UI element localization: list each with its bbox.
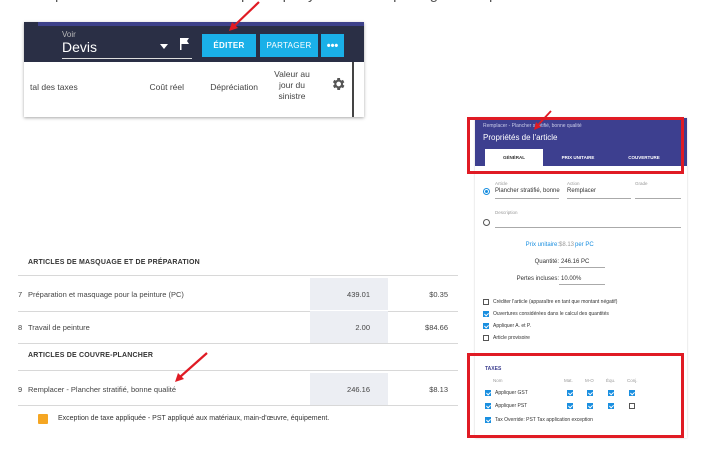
waste-label: Pertes incluses: <box>516 276 559 282</box>
column-header-value-line1[interactable]: Valeur au <box>270 69 314 79</box>
row-divider <box>18 405 458 406</box>
row-description: Remplacer - Plancher stratifié, bonne qu… <box>28 385 176 394</box>
apply-op-checkbox[interactable] <box>483 323 489 329</box>
column-header-value-line3[interactable]: sinistre <box>270 91 314 101</box>
panel-right-edge <box>352 62 354 117</box>
chevron-down-icon[interactable] <box>160 44 168 49</box>
provisional-checkbox[interactable] <box>483 335 489 341</box>
description-radio[interactable] <box>483 219 490 226</box>
share-button[interactable]: PARTAGER <box>260 34 318 57</box>
row-description: Travail de peinture <box>28 323 90 332</box>
row-divider <box>18 275 458 276</box>
table-row[interactable]: 7 Préparation et masquage pour la peintu… <box>18 278 458 310</box>
row-quantity: 246.16 <box>347 385 370 394</box>
section-title-flooring: ARTICLES DE COUVRE-PLANCHER <box>28 352 154 359</box>
column-header-actual-cost[interactable]: Coût réel <box>124 82 185 92</box>
view-select-underline <box>62 58 192 59</box>
apply-op-label: Appliquer A. et P. <box>493 323 531 329</box>
toolbar-accent-strip <box>38 22 364 26</box>
gear-icon[interactable] <box>330 76 346 92</box>
view-select-value[interactable]: Devis <box>62 39 97 55</box>
credit-item-label: Créditer l'article (apparaître en tant q… <box>493 299 618 305</box>
article-radio[interactable] <box>483 188 490 195</box>
row-divider <box>18 343 458 344</box>
table-row[interactable]: 8 Travail de peinture 2.00 $84.66 <box>18 311 458 343</box>
view-label: Voir <box>62 30 76 39</box>
row-number: 7 <box>18 290 23 299</box>
toolbar-panel: Voir Devis ÉDITER PARTAGER ••• tal des t… <box>24 22 364 117</box>
row-unit-price: $0.35 <box>429 290 448 299</box>
table-row[interactable]: 9 Remplacer - Plancher stratifié, bonne … <box>18 373 458 405</box>
instruction-text: endroit que vous verrez la note marquant… <box>0 0 716 10</box>
flag-icon[interactable] <box>180 38 190 50</box>
section-title-masking: ARTICLES DE MASQUAGE ET DE PRÉPARATION <box>28 259 200 266</box>
note-icon <box>38 414 48 424</box>
waste-field[interactable]: 10.00% <box>561 276 581 282</box>
column-header-total-taxes[interactable]: tal des taxes <box>30 82 100 92</box>
action-label: Action <box>567 181 580 186</box>
quantity-label: Quantité: <box>534 259 559 265</box>
unit-price-value: $8.13 <box>559 242 575 248</box>
unit-price-label: Prix unitaire: <box>525 242 559 248</box>
row-quantity: 439.01 <box>347 290 370 299</box>
row-description: Préparation et masquage pour la peinture… <box>28 290 184 299</box>
row-unit-price: $84.66 <box>425 323 448 332</box>
highlight-box-taxes <box>467 353 684 438</box>
action-underline <box>567 198 631 199</box>
row-number: 8 <box>18 323 23 332</box>
action-field[interactable]: Remplacer <box>567 188 596 194</box>
credit-item-checkbox[interactable] <box>483 299 489 305</box>
waste-underline <box>559 284 605 285</box>
unit-price-unit: per PC <box>575 242 594 248</box>
column-header-value-line2[interactable]: jour du <box>270 80 314 90</box>
article-label: Article <box>495 181 508 186</box>
grade-underline <box>635 198 681 199</box>
quantity-field[interactable]: 246.16 PC <box>561 259 589 265</box>
column-header-depreciation[interactable]: Dépréciation <box>194 82 258 92</box>
row-quantity: 2.00 <box>355 323 370 332</box>
highlight-box-properties-header <box>467 117 684 174</box>
tax-exception-note: Exception de taxe appliquée - PST appliq… <box>58 415 330 422</box>
openings-checkbox[interactable] <box>483 311 489 317</box>
description-underline[interactable] <box>495 227 681 228</box>
article-field[interactable]: Plancher stratifié, bonne <box>495 188 560 194</box>
provisional-label: Article provisoire <box>493 335 530 341</box>
quantity-underline <box>559 267 605 268</box>
row-unit-price: $8.13 <box>429 385 448 394</box>
row-number: 9 <box>18 385 23 394</box>
grade-label: Grade <box>635 181 648 186</box>
article-underline <box>495 198 559 199</box>
openings-label: Ouvertures considérées dans le calcul de… <box>493 311 609 317</box>
description-label: Description <box>495 210 518 215</box>
edit-button[interactable]: ÉDITER <box>202 34 256 57</box>
more-options-button[interactable]: ••• <box>321 34 344 57</box>
row-divider <box>18 370 458 371</box>
